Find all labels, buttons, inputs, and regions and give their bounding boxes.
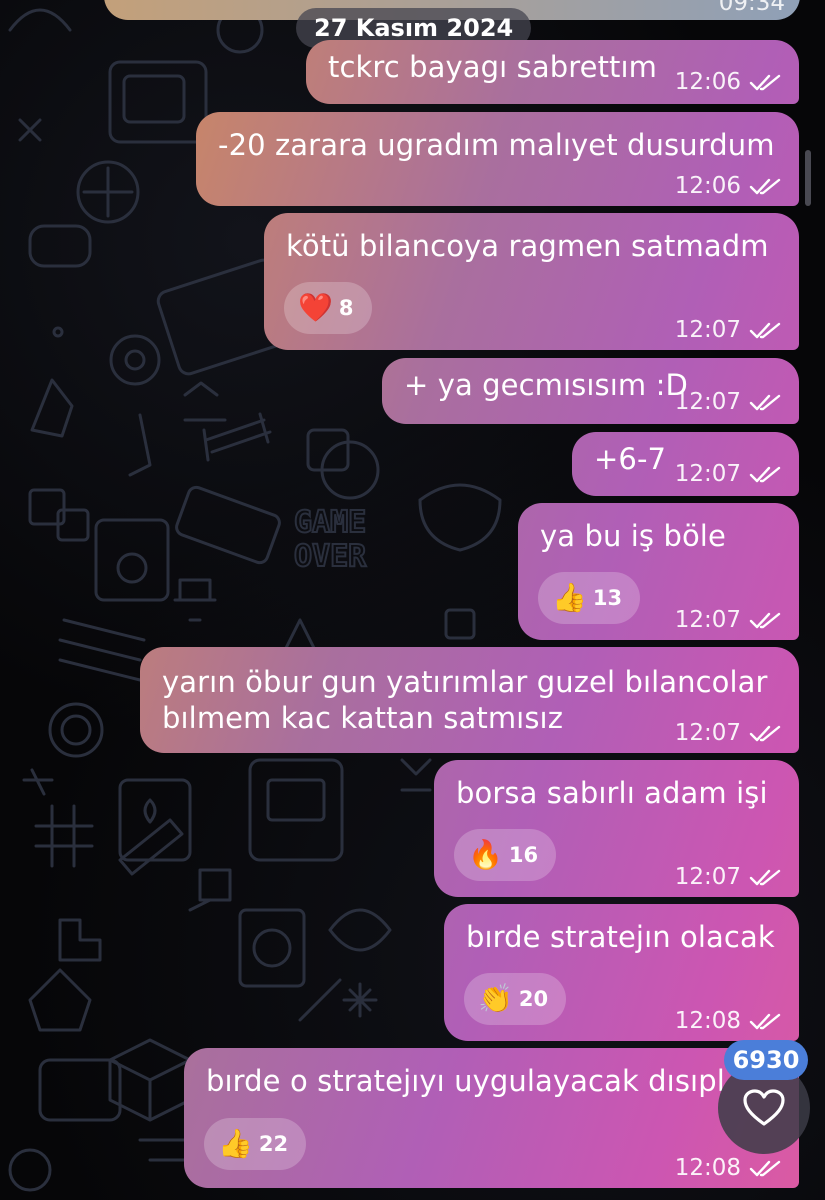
previous-message-time: 09:34 [718, 0, 785, 16]
message-text: bırde o stratejıyı uygulayacak dısıpl [206, 1064, 725, 1098]
message-time: 12:07 [674, 607, 741, 633]
double-check-icon [749, 466, 781, 483]
message-bubble[interactable]: -20 zarara ugradım malıyet dusurdum 12:0… [196, 112, 799, 206]
double-check-icon [749, 178, 781, 195]
message-time: 12:07 [674, 461, 741, 487]
double-check-icon [749, 394, 781, 411]
message-time: 12:08 [674, 1155, 741, 1181]
message-text: kötü bilancoya ragmen satmadm [286, 229, 769, 263]
message-meta: 12:06 [675, 69, 783, 95]
double-check-icon [749, 322, 781, 339]
reaction-chip[interactable]: ❤️ 8 [284, 282, 372, 334]
reaction-count: 8 [338, 296, 354, 320]
svg-text:GAME: GAME [294, 505, 366, 540]
message-text: + ya gecmısısım :D [404, 368, 688, 402]
message-meta: 12:08 [675, 1008, 783, 1034]
fire-icon: 🔥 [468, 838, 503, 871]
clapping-hands-icon: 👏 [478, 982, 513, 1015]
thumbs-up-icon: 👍 [552, 581, 587, 614]
scrollbar[interactable] [805, 150, 811, 206]
reaction-chip[interactable]: 👏 20 [464, 973, 567, 1025]
message-bubble[interactable]: yarın öbur gun yatırımlar guzel bılancol… [140, 647, 799, 753]
message-meta: 12:07 [675, 317, 783, 343]
double-check-icon [749, 612, 781, 629]
reaction-chip[interactable]: 👍 22 [204, 1118, 307, 1170]
reaction-chip[interactable]: 👍 13 [538, 572, 641, 624]
message-bubble[interactable]: + ya gecmısısım :D 12:07 [382, 358, 799, 424]
thumbs-up-icon: 👍 [218, 1127, 253, 1160]
message-meta: 12:07 [675, 389, 783, 415]
reaction-count: 20 [518, 987, 549, 1011]
message-text: +6-7 [594, 442, 667, 476]
message-text-line-2: bılmem kac kattan satmısız [162, 701, 564, 735]
message-time: 12:06 [674, 69, 741, 95]
heart-outline-icon [743, 1089, 785, 1126]
message-bubble[interactable]: +6-7 12:07 [572, 432, 799, 496]
message-time: 12:08 [674, 1008, 741, 1034]
message-time: 12:07 [674, 720, 741, 746]
message-bubble[interactable]: borsa sabırlı adam işi 🔥 16 12:07 [434, 760, 799, 897]
message-time: 12:07 [674, 389, 741, 415]
message-text: tckrc bayagı sabrettım [328, 50, 658, 84]
message-meta: 12:06 [675, 173, 783, 199]
message-bubble[interactable]: ya bu iş böle 👍 13 12:07 [518, 503, 799, 640]
message-meta: 12:07 [675, 607, 783, 633]
reaction-count: 13 [592, 586, 623, 610]
unread-count-badge[interactable]: 6930 [724, 1040, 808, 1080]
message-text: bırde stratejın olacak [466, 920, 775, 954]
double-check-icon [749, 1013, 781, 1030]
double-check-icon [749, 869, 781, 886]
message-time: 12:07 [674, 864, 741, 890]
double-check-icon [749, 74, 781, 91]
double-check-icon [749, 1160, 781, 1177]
message-meta: 12:07 [675, 720, 783, 746]
message-bubble[interactable]: bırde o stratejıyı uygulayacak dısıpl 👍 … [184, 1048, 799, 1188]
message-time: 12:07 [674, 317, 741, 343]
reaction-chip[interactable]: 🔥 16 [454, 829, 557, 881]
message-text: borsa sabırlı adam işi [456, 776, 768, 810]
message-meta: 12:08 [675, 1155, 783, 1181]
message-text: -20 zarara ugradım malıyet dusurdum [218, 128, 775, 162]
message-bubble[interactable]: kötü bilancoya ragmen satmadm ❤️ 8 12:07 [264, 213, 799, 350]
svg-text:OVER: OVER [294, 539, 367, 574]
message-time: 12:06 [674, 173, 741, 199]
heart-icon: ❤️ [298, 291, 333, 324]
reaction-count: 22 [258, 1132, 289, 1156]
reaction-count: 16 [508, 843, 539, 867]
message-text-line-1: yarın öbur gun yatırımlar guzel bılancol… [162, 665, 768, 699]
message-meta: 12:07 [675, 461, 783, 487]
message-text: ya bu iş böle [540, 519, 726, 553]
message-bubble[interactable]: bırde stratejın olacak 👏 20 12:08 [444, 904, 799, 1041]
double-check-icon [749, 725, 781, 742]
message-bubble[interactable]: tckrc bayagı sabrettım 12:06 [306, 40, 799, 104]
message-meta: 12:07 [675, 864, 783, 890]
